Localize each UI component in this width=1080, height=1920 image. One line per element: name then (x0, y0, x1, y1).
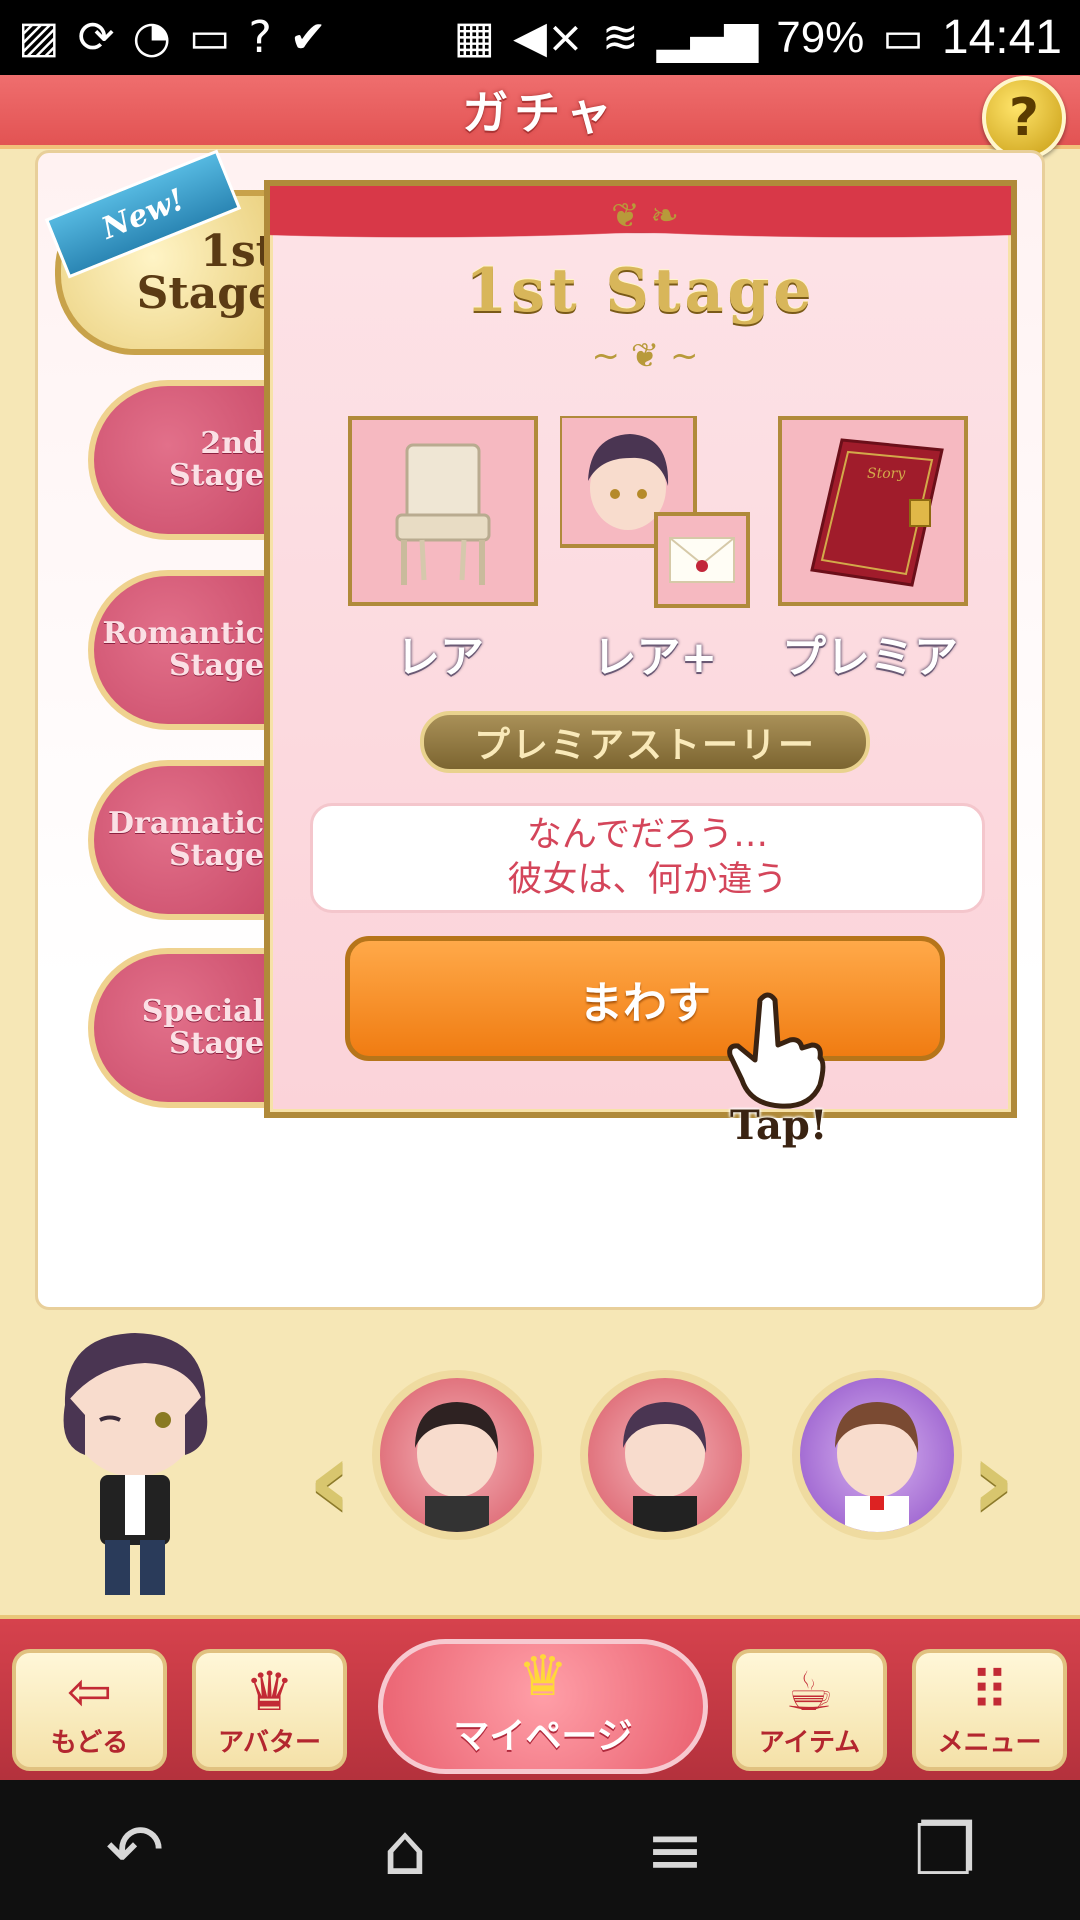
character-3[interactable] (792, 1370, 962, 1540)
carousel-prev-button[interactable]: ‹ (295, 1420, 365, 1540)
wifi-icon: ≋ (601, 11, 639, 63)
tab-label-line2: Stage (136, 267, 276, 319)
tab-label-line1: Special (141, 994, 264, 1029)
back-button[interactable]: ⇦ もどる (12, 1649, 167, 1771)
mypage-label: マイページ (453, 1716, 633, 1757)
prize-rare-plus (558, 414, 750, 608)
tab-label-line2: Stage (168, 648, 264, 683)
screen-rotate-icon: ▭ (188, 11, 231, 63)
check-icon: ✔ (289, 11, 327, 63)
clock: 14:41 (941, 11, 1062, 64)
system-nav-bar: ↶ ⌂ ≡ ❐ (0, 1780, 1080, 1920)
back-label: もどる (50, 1728, 129, 1758)
character-2[interactable] (580, 1370, 750, 1540)
tab-2nd-stage[interactable]: 2nd Stage (88, 380, 278, 540)
menu-button[interactable]: ⠿ メニュー (912, 1649, 1067, 1771)
description-line-2: 彼女は、何か違う (507, 860, 788, 900)
tab-dramatic-stage[interactable]: Dramatic Stage (88, 760, 278, 920)
tab-label-line1: 2nd (200, 426, 264, 461)
teapot-icon: ☕ (785, 1660, 834, 1723)
recent-apps-icon[interactable]: ❐ (885, 1809, 1005, 1891)
stage-description: なんでだろう… 彼女は、何か違う (310, 803, 985, 913)
tab-label-line1: Romantic (102, 616, 264, 651)
bottom-nav: ⇦ もどる ♛ アバター ♛ マイページ ☕ アイテム ⠿ メニュー (0, 1615, 1080, 1784)
menu-lines-icon[interactable]: ≡ (615, 1809, 735, 1891)
story-book-icon: Story (810, 438, 944, 587)
chair-icon (395, 443, 491, 585)
home-icon[interactable]: ⌂ (345, 1809, 465, 1891)
crown-icon: ♛ (517, 1644, 569, 1709)
stage-title: 1st Stage (465, 256, 816, 326)
mute-icon: ◀× (513, 11, 584, 63)
sync-icon: ⟳ (77, 11, 115, 63)
header-bar: ガチャ (0, 75, 1080, 149)
battery-icon: ▭ (882, 11, 924, 63)
character-avatar (415, 1402, 499, 1532)
spin-button[interactable]: まわす (345, 936, 945, 1061)
ornament-bottom-icon: ~ ❦ ~ (591, 336, 699, 376)
dress-icon: ♛ (245, 1660, 294, 1723)
signal-arc-icon: ◔ (132, 11, 171, 63)
vibrate-icon: ▦ (453, 11, 496, 63)
character-avatar (623, 1402, 707, 1532)
category-banner: プレミアストーリー (420, 711, 870, 773)
battery-percent: 79% (776, 12, 865, 62)
gallery-icon: ▨ (18, 11, 60, 63)
character-letter-icon (558, 414, 750, 608)
prize-label-rare: レア (396, 632, 484, 683)
carousel-next-button[interactable]: › (958, 1420, 1028, 1540)
avatar-button[interactable]: ♛ アバター (192, 1649, 347, 1771)
stage-content: ❦ ❧ 1st Stage ~ ❦ ~ Story レア レア+ プレミア プレ… (264, 180, 1017, 1118)
player-character (63, 1333, 208, 1595)
item-label: アイテム (758, 1728, 861, 1758)
tab-special-stage[interactable]: Special Stage (88, 948, 278, 1108)
status-notifications: ▨ ⟳ ◔ ▭ ? ✔ (18, 11, 327, 63)
prize-label-premium: プレミア (782, 632, 958, 683)
prize-premium: Story (778, 416, 968, 606)
question-icon: ? (1008, 88, 1040, 148)
back-system-icon[interactable]: ↶ (75, 1809, 195, 1891)
tab-label-line2: Stage (168, 1026, 264, 1061)
description-line-1: なんでだろう… (526, 815, 769, 855)
tab-label-line2: Stage (168, 838, 264, 873)
back-arrow-icon: ⇦ (66, 1660, 113, 1723)
help-status-icon: ? (248, 11, 272, 63)
character-1[interactable] (372, 1370, 542, 1540)
pointing-hand-icon (727, 992, 826, 1109)
avatar-label: アバター (218, 1728, 321, 1758)
tab-label-line2: Stage (168, 458, 264, 493)
prize-rare (348, 416, 538, 606)
svg-text:Story: Story (867, 466, 906, 482)
tab-romantic-stage[interactable]: Romantic Stage (88, 570, 278, 730)
tap-hint: Tap! (730, 1102, 828, 1149)
menu-label: メニュー (937, 1728, 1042, 1758)
page-title: ガチャ (462, 86, 618, 140)
status-system: ▦ ◀× ≋ ▂▄▆ 79% ▭ 14:41 (454, 10, 1062, 65)
tab-label-line1: Dramatic (108, 806, 264, 841)
mypage-button[interactable]: ♛ マイページ (378, 1639, 708, 1774)
grid-menu-icon: ⠿ (969, 1660, 1010, 1723)
help-button[interactable]: ? (982, 76, 1066, 160)
prize-label-rare-plus: レア+ (592, 632, 718, 683)
character-avatar (835, 1402, 919, 1532)
status-bar: ▨ ⟳ ◔ ▭ ? ✔ ▦ ◀× ≋ ▂▄▆ 79% ▭ 14:41 (0, 0, 1080, 75)
item-button[interactable]: ☕ アイテム (732, 1649, 887, 1771)
cell-signal-icon: ▂▄▆ (656, 11, 759, 63)
ornament-top-icon: ❦ ❧ (611, 196, 679, 236)
